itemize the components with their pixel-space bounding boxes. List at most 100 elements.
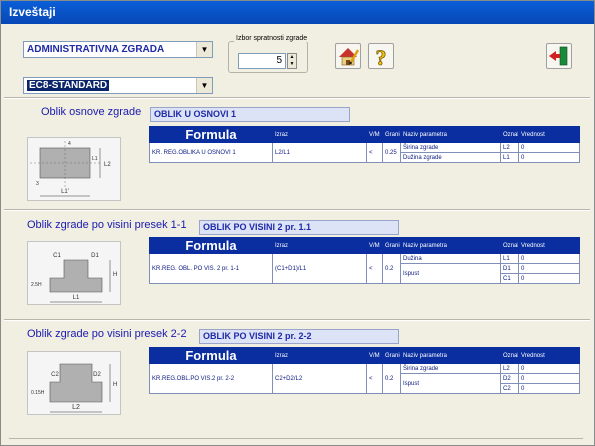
param-vrednost[interactable]: 0 (518, 142, 580, 153)
param-vrednost[interactable]: 0 (518, 363, 580, 374)
param-vrednost[interactable]: 0 (518, 152, 580, 163)
section2-diagram: C1 D1 L1 H 2.5H (27, 241, 121, 305)
question-mark-icon: ? (375, 45, 387, 71)
chevron-down-icon[interactable]: ▼ (196, 78, 212, 93)
table-row: KR.REG.OBL.PO VIS.2 pr. 2-2 C2+D2/L2 < 0… (149, 363, 580, 394)
section1-diagram: L2 L1' 4 3 L1 (27, 137, 121, 201)
standard-select[interactable]: EC8-STANDARD ▼ (23, 77, 213, 94)
report-window: Izveštaji ADMINISTRATIVNA ZGRADA ▼ EC8-S… (0, 0, 595, 446)
param-oznaka: L1 (500, 152, 519, 163)
header-vm: V/M (366, 237, 383, 254)
floor-count-label: Izbor spratnosti zgrade (234, 35, 310, 42)
dim-label-b: D1 (91, 253, 99, 259)
separator (4, 319, 590, 321)
dim-label-c: L1' (61, 189, 69, 195)
section1-label: Oblik osnove zgrade (41, 106, 142, 118)
row-izraz: (C1+D1)/L1 (272, 253, 367, 284)
house-pencil-icon (339, 48, 360, 66)
chevron-down-icon[interactable]: ▼ (196, 42, 212, 57)
dim-label-c: L1 (73, 295, 80, 301)
param-vrednost[interactable]: 0 (518, 253, 580, 264)
header-oznaka: Oznaka (500, 347, 519, 364)
header-formula: Formula (149, 347, 273, 364)
standard-value: EC8-STANDARD (27, 80, 110, 91)
row-label: KR.REG. OBL. PO VIS. 2 pr. 1-1 (149, 253, 273, 284)
window-title: Izveštaji (1, 1, 594, 24)
param-vrednost[interactable]: 0 (518, 273, 580, 284)
param-vrednost[interactable]: 0 (518, 373, 580, 384)
building-type-select[interactable]: ADMINISTRATIVNA ZGRADA ▼ (23, 41, 213, 58)
help-button[interactable]: ? (368, 43, 394, 71)
table-row: KR.REG. OBL. PO VIS. 2 pr. 1-1 (C1+D1)/L… (149, 253, 580, 284)
param-naziv: Dužina (400, 253, 501, 264)
row-vm: < (366, 253, 383, 284)
section3-label: Oblik zgrade po visini presek 2-2 (27, 328, 187, 340)
param-vrednost[interactable]: 0 (518, 383, 580, 394)
param-naziv: Ispust (400, 263, 501, 284)
row-label: KR. REG.OBLIKA U OSNOVI 1 (149, 142, 273, 163)
row-granica: 0.2 (382, 363, 401, 394)
dim-label-a: L2 (104, 162, 111, 168)
param-oznaka: L2 (500, 142, 519, 153)
row-izraz: C2+D2/L2 (272, 363, 367, 394)
header-naziv: Naziv parametra (400, 126, 501, 143)
section3-name: OBLIK PO VISINI 2 pr. 2-2 (199, 329, 399, 344)
header-granica: Granica (382, 347, 401, 364)
header-oznaka: Oznaka (500, 126, 519, 143)
svg-text:?: ? (376, 45, 387, 68)
param-oznaka: D2 (500, 373, 519, 384)
exit-door-icon (549, 46, 568, 66)
header-oznaka: Oznaka (500, 237, 519, 254)
row-granica: 0.25 (382, 142, 401, 163)
param-oznaka: L2 (500, 363, 519, 374)
dim-label-e: 3 (36, 181, 39, 187)
exit-button[interactable] (546, 43, 572, 69)
param-naziv: Ispust (400, 373, 501, 394)
param-vrednost[interactable]: 0 (518, 263, 580, 274)
header-naziv: Naziv parametra (400, 347, 501, 364)
dim-label-b: L1 (92, 156, 98, 162)
floor-count-stepper[interactable]: ▲ ▼ (287, 53, 297, 69)
param-oznaka: C2 (500, 383, 519, 394)
section3-table: Formula Izraz V/M Granica Naziv parametr… (149, 347, 580, 394)
dim-label-d: H (113, 272, 117, 278)
dim-label-e: 0.15H (31, 390, 45, 396)
separator (4, 97, 590, 99)
section2-name: OBLIK PO VISINI 2 pr. 1.1 (199, 220, 399, 235)
header-izraz: Izraz (272, 237, 367, 254)
row-label: KR.REG.OBL.PO VIS.2 pr. 2-2 (149, 363, 273, 394)
row-izraz: L2/L1 (272, 142, 367, 163)
header-vm: V/M (366, 347, 383, 364)
param-naziv: Širina zgrade (400, 363, 501, 374)
header-izraz: Izraz (272, 126, 367, 143)
section1-name: OBLIK U OSNOVI 1 (150, 107, 350, 122)
dim-label-d: 4 (68, 141, 71, 147)
dim-label-a: C1 (53, 253, 61, 259)
header-vm: V/M (366, 126, 383, 143)
section2-label: Oblik zgrade po visini presek 1-1 (27, 219, 187, 231)
row-vm: < (366, 363, 383, 394)
header-granica: Granica (382, 237, 401, 254)
header-vrednost: Vrednost (518, 237, 580, 254)
dim-label-d: H (113, 382, 117, 388)
floor-count-input[interactable]: 5 (238, 53, 286, 69)
building-type-value: ADMINISTRATIVNA ZGRADA (27, 44, 165, 55)
dim-label-b: D2 (93, 372, 101, 378)
param-oznaka: D1 (500, 263, 519, 274)
header-vrednost: Vrednost (518, 347, 580, 364)
edit-report-button[interactable] (335, 43, 361, 69)
dim-label-a: C2 (51, 372, 59, 378)
dim-label-e: 2.5H (31, 282, 42, 288)
header-naziv: Naziv parametra (400, 237, 501, 254)
section1-table: Formula Izraz V/M Granica Naziv parametr… (149, 126, 580, 163)
table-row: KR. REG.OBLIKA U OSNOVI 1 L2/L1 < 0.25 Š… (149, 142, 580, 163)
dim-label-c: L2 (72, 404, 80, 411)
section3-diagram: C2 D2 L2 H 0.15H (27, 351, 121, 415)
row-granica: 0.2 (382, 253, 401, 284)
separator (4, 209, 590, 211)
param-naziv: Dužina zgrade (400, 152, 501, 163)
param-oznaka: L1 (500, 253, 519, 264)
header-izraz: Izraz (272, 347, 367, 364)
section2-table: Formula Izraz V/M Granica Naziv parametr… (149, 237, 580, 284)
header-vrednost: Vrednost (518, 126, 580, 143)
